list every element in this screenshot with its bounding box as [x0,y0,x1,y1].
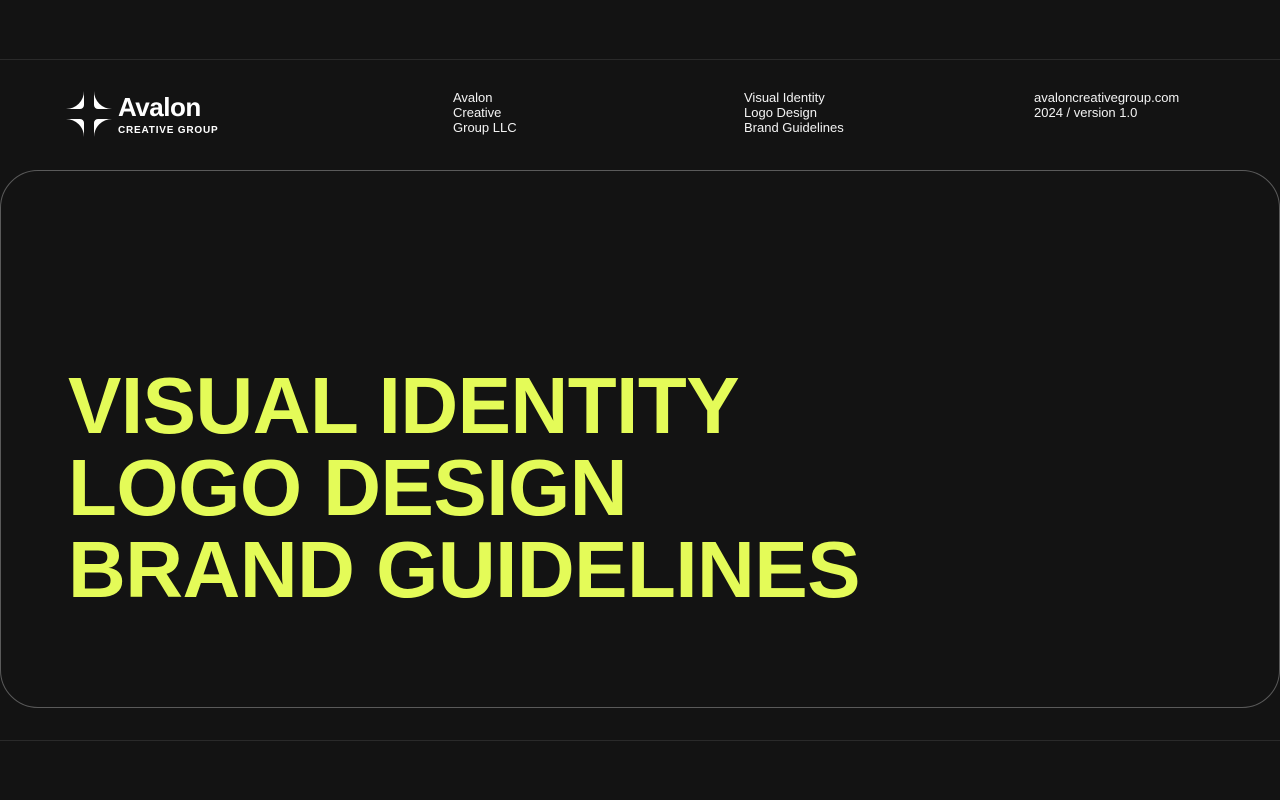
company-line: Avalon [453,90,493,105]
service-item: Brand Guidelines [744,120,844,135]
service-item: Logo Design [744,105,817,120]
version-label: 2024 / version 1.0 [1034,105,1138,120]
company-line: Group LLC [453,120,517,135]
bottom-divider [0,740,1280,741]
page-header: Avalon CREATIVE GROUP Avalon Creative Gr… [0,0,1280,170]
meta-info: avaloncreativegroup.com 2024 / version 1… [1034,90,1179,120]
brand-logo[interactable]: Avalon CREATIVE GROUP [66,91,226,139]
brand-tagline: CREATIVE GROUP [118,125,219,136]
services-list: Visual Identity Logo Design Brand Guidel… [744,90,844,135]
brand-name: Avalon [118,92,201,122]
company-line: Creative [453,105,502,120]
hero-line: VISUAL IDENTITY [68,361,740,450]
website-link[interactable]: avaloncreativegroup.com [1034,90,1179,105]
four-arc-star-icon [66,91,112,137]
company-info: Avalon Creative Group LLC [453,90,517,135]
hero-line: LOGO DESIGN [68,443,628,532]
hero-line: BRAND GUIDELINES [68,525,861,614]
service-item: Visual Identity [744,90,825,105]
hero-title: VISUAL IDENTITY LOGO DESIGN BRAND GUIDEL… [68,361,861,614]
